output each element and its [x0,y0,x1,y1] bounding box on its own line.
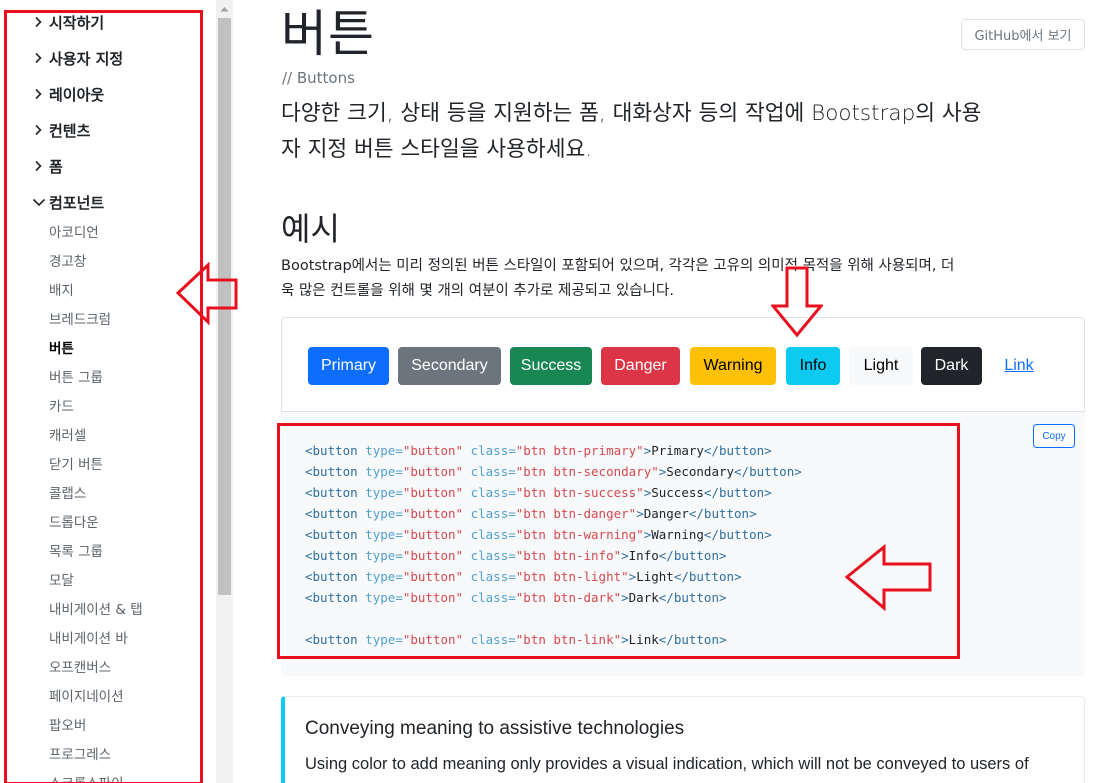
lead-line: 자 지정 버튼 스타일을 사용하세요. [281,137,593,162]
annotation-arrow-down-icon [771,266,823,338]
annotation-box-code [277,423,960,659]
btn-dark-example[interactable]: Dark [921,347,982,385]
btn-link-example[interactable]: Link [992,347,1046,385]
btn-danger-example[interactable]: Danger [601,347,680,385]
scroll-up-icon[interactable] [216,0,233,17]
annotation-box-sidebar [4,10,203,783]
callout-text: Using color to add meaning only provides… [305,755,1029,773]
page-lead: 다양한 크기, 상태 등을 지원하는 폼, 대화상자 등의 작업에 Bootst… [281,96,1093,168]
button-example-panel: Primary Secondary Success Danger Warning… [281,317,1085,412]
btn-info-example[interactable]: Info [786,347,840,385]
btn-secondary-example[interactable]: Secondary [398,347,501,385]
copy-button[interactable]: Copy [1033,424,1075,448]
section-title-examples: 예시 [281,210,340,248]
page-title: 버튼 [281,5,375,63]
description-line: 욱 많은 컨트롤을 위해 몇 개의 여분이 추가로 제공되고 있습니다. [281,283,674,299]
lead-line: 다양한 크기, 상태 등을 지원하는 폼, 대화상자 등의 작업에 Bootst… [281,101,982,126]
annotation-arrow-left-icon [844,544,932,612]
page-subtitle: // Buttons [282,69,355,87]
callout-title: Conveying meaning to assistive technolog… [305,718,685,739]
btn-warning-example[interactable]: Warning [690,347,776,385]
section-description: Bootstrap에서는 미리 정의된 버튼 스타일이 포함되어 있으며, 각각… [281,254,1087,304]
annotation-arrow-left-icon [176,262,238,326]
description-line: Bootstrap에서는 미리 정의된 버튼 스타일이 포함되어 있으며, 각각… [281,258,955,274]
btn-primary-example[interactable]: Primary [308,347,389,385]
view-on-github-button[interactable]: GitHub에서 보기 [961,19,1085,50]
btn-success-example[interactable]: Success [510,347,592,385]
btn-light-example[interactable]: Light [849,347,913,385]
callout-accessibility: Conveying meaning to assistive technolog… [281,696,1085,783]
sidebar-scrollbar[interactable] [216,0,233,783]
